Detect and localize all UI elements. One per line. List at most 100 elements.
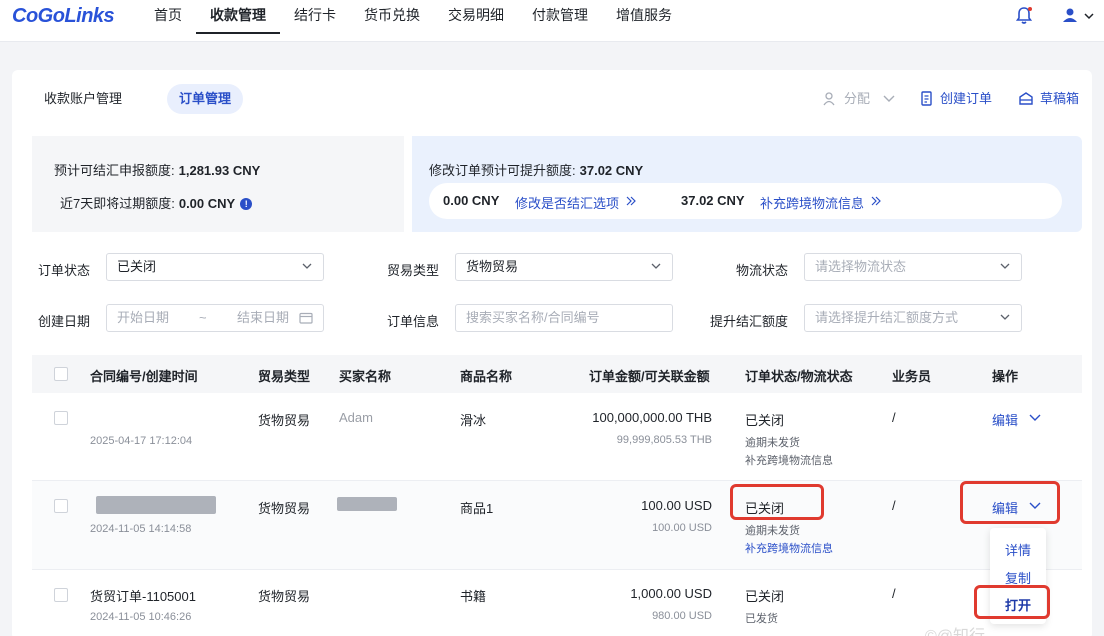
linkable-amount: 99,999,805.53 THB bbox=[616, 434, 712, 446]
nav-transaction-details[interactable]: 交易明细 bbox=[434, 0, 518, 34]
create-order-button[interactable]: 创建订单 bbox=[920, 84, 992, 114]
row-checkbox[interactable] bbox=[54, 588, 68, 602]
logistics-status: 逾期未发货 bbox=[745, 437, 800, 449]
blurred-contract-number bbox=[96, 496, 216, 514]
logistics-status: 已发货 bbox=[745, 613, 778, 625]
nav-value-added-services[interactable]: 增值服务 bbox=[602, 0, 686, 34]
quota-summary: 预计可结汇申报额度: 1,281.93 CNY 近7天即将过期额度: 0.00 CN… bbox=[32, 136, 404, 232]
draft-box-label: 草稿箱 bbox=[1040, 91, 1080, 106]
chevron-down-icon bbox=[651, 263, 661, 269]
document-icon bbox=[921, 91, 932, 106]
settlement-option-amount: 0.00 CNY bbox=[443, 193, 500, 208]
header-buyer: 买家名称 bbox=[339, 369, 392, 384]
supplement-logistics-link[interactable]: 补充跨境物流信息 bbox=[760, 193, 864, 212]
assign-button[interactable]: 分配 bbox=[822, 84, 908, 114]
create-date-range[interactable]: 开始日期 ~ 结束日期 bbox=[106, 304, 324, 332]
date-end-placeholder: 结束日期 bbox=[237, 310, 290, 325]
create-order-label: 创建订单 bbox=[940, 91, 993, 106]
double-chevron-right-icon bbox=[871, 196, 881, 206]
modify-settlement-option-link[interactable]: 修改是否结汇选项 bbox=[515, 193, 619, 212]
declarable-quota: 预计可结汇申报额度: 1,281.93 CNY bbox=[54, 160, 260, 179]
trade-type-value: 货物贸易 bbox=[466, 259, 519, 274]
row-checkbox[interactable] bbox=[54, 499, 68, 513]
buyer-name: Adam bbox=[339, 410, 373, 425]
create-time: 2025-04-17 17:12:04 bbox=[90, 435, 193, 447]
trade-type-select[interactable]: 货物贸易 bbox=[455, 253, 673, 281]
product-name: 书籍 bbox=[460, 589, 487, 604]
blurred-buyer-name bbox=[337, 497, 397, 511]
linkable-amount: 100.00 USD bbox=[652, 522, 712, 534]
select-all-checkbox[interactable] bbox=[54, 367, 68, 381]
draft-box-button[interactable]: 草稿箱 bbox=[1018, 84, 1079, 114]
logistics-status-label: 物流状态 bbox=[736, 263, 789, 278]
product-name: 滑冰 bbox=[460, 413, 487, 428]
supplement-logistics-link[interactable]: 补充跨境物流信息 bbox=[745, 540, 833, 556]
linkable-amount: 980.00 USD bbox=[652, 610, 712, 622]
row-checkbox[interactable] bbox=[54, 411, 68, 425]
header-salesperson: 业务员 bbox=[892, 369, 932, 384]
table-row[interactable]: 2024-11-05 14:14:58 货物贸易 商品1 100.00 USD … bbox=[32, 481, 1082, 570]
user-avatar-icon[interactable] bbox=[1060, 6, 1096, 26]
tab-order-management[interactable]: 订单管理 bbox=[167, 84, 244, 114]
calendar-icon bbox=[299, 312, 313, 324]
chevron-down-icon bbox=[302, 263, 312, 269]
chevron-down-icon bbox=[1000, 263, 1010, 269]
order-status-value: 已关闭 bbox=[117, 259, 157, 274]
product-name: 商品1 bbox=[460, 501, 494, 516]
raise-quota-label: 修改订单预计可提升额度: bbox=[429, 163, 576, 178]
header-status: 订单状态/物流状态 bbox=[745, 369, 853, 384]
header-actions: 操作 bbox=[992, 369, 1019, 384]
salesperson: / bbox=[892, 586, 896, 601]
order-amount: 100.00 USD bbox=[641, 498, 712, 513]
expiring-quota-value: 0.00 CNY bbox=[178, 196, 236, 211]
date-start-placeholder: 开始日期 bbox=[117, 310, 170, 325]
logistics-status-placeholder: 请选择物流状态 bbox=[815, 259, 907, 274]
nav-currency-exchange[interactable]: 货币兑换 bbox=[350, 0, 434, 34]
tab-collection-accounts[interactable]: 收款账户管理 bbox=[32, 84, 134, 114]
open-highlight-box bbox=[974, 585, 1050, 619]
declarable-quota-label: 预计可结汇申报额度: bbox=[54, 163, 175, 178]
order-info-label: 订单信息 bbox=[387, 314, 440, 329]
chevron-down-icon[interactable] bbox=[1028, 412, 1042, 424]
salesperson: / bbox=[892, 410, 896, 425]
table-header: 合同编号/创建时间 贸易类型 买家名称 商品名称 订单金额/可关联金额 订单状态… bbox=[32, 355, 1082, 393]
bell-icon[interactable] bbox=[1015, 6, 1033, 26]
header-contract: 合同编号/创建时间 bbox=[90, 369, 198, 384]
top-navigation-bar: CoGoLinks 首页 收款管理 结行卡 货币兑换 交易明细 付款管理 增值服… bbox=[0, 0, 1104, 42]
supplement-logistics-link[interactable]: 补充跨境物流信息 bbox=[745, 452, 833, 468]
brand-logo[interactable]: CoGoLinks bbox=[12, 5, 115, 28]
order-info-search-input[interactable]: 搜索买家名称/合同编号 bbox=[455, 304, 673, 332]
inbox-icon bbox=[1019, 92, 1033, 105]
header-amount: 订单金额/可关联金额 bbox=[589, 369, 710, 384]
chevron-down-icon bbox=[883, 95, 895, 102]
menu-item-details[interactable]: 详情 bbox=[990, 540, 1046, 559]
create-time: 2024-11-05 10:46:26 bbox=[90, 611, 192, 623]
nav-settlement-card[interactable]: 结行卡 bbox=[280, 0, 350, 34]
raise-quota-method-select[interactable]: 请选择提升结汇额度方式 bbox=[804, 304, 1022, 332]
trade-type: 货物贸易 bbox=[258, 589, 311, 604]
logistics-status-select[interactable]: 请选择物流状态 bbox=[804, 253, 1022, 281]
main-nav: 首页 收款管理 结行卡 货币兑换 交易明细 付款管理 增值服务 bbox=[140, 0, 686, 42]
info-icon[interactable]: ! bbox=[240, 198, 253, 210]
logistics-info-amount: 37.02 CNY bbox=[681, 193, 745, 208]
order-management-card: 收款账户管理 订单管理 分配 创建订单 草稿箱 预计可结汇申报额度: 1,281.… bbox=[12, 70, 1092, 636]
expiring-quota: 近7天即将过期额度: 0.00 CNY! bbox=[60, 193, 253, 212]
order-status: 已关闭 bbox=[745, 589, 785, 604]
raise-quota-panel: 修改订单预计可提升额度: 37.02 CNY 0.00 CNY 修改是否结汇选项 … bbox=[412, 136, 1082, 232]
order-status-label: 订单状态 bbox=[38, 263, 91, 278]
create-time: 2024-11-05 14:14:58 bbox=[90, 523, 192, 535]
logistics-status: 逾期未发货 bbox=[745, 525, 800, 537]
nav-payment-management[interactable]: 付款管理 bbox=[518, 0, 602, 34]
trade-type: 货物贸易 bbox=[258, 501, 311, 516]
nav-home[interactable]: 首页 bbox=[140, 0, 196, 34]
raise-quota-value: 37.02 CNY bbox=[579, 163, 644, 178]
nav-collection-management[interactable]: 收款管理 bbox=[196, 0, 280, 34]
raise-quota-filter-label: 提升结汇额度 bbox=[710, 314, 789, 329]
table-row[interactable]: 2025-04-17 17:12:04 货物贸易 Adam 滑冰 100,000… bbox=[32, 393, 1082, 481]
edit-button[interactable]: 编辑 bbox=[992, 410, 1018, 429]
raise-quota: 修改订单预计可提升额度: 37.02 CNY bbox=[429, 160, 643, 179]
trade-type: 货物贸易 bbox=[258, 413, 311, 428]
header-trade-type: 贸易类型 bbox=[258, 369, 311, 384]
order-status-select[interactable]: 已关闭 bbox=[106, 253, 324, 281]
order-amount: 1,000.00 USD bbox=[630, 586, 712, 601]
